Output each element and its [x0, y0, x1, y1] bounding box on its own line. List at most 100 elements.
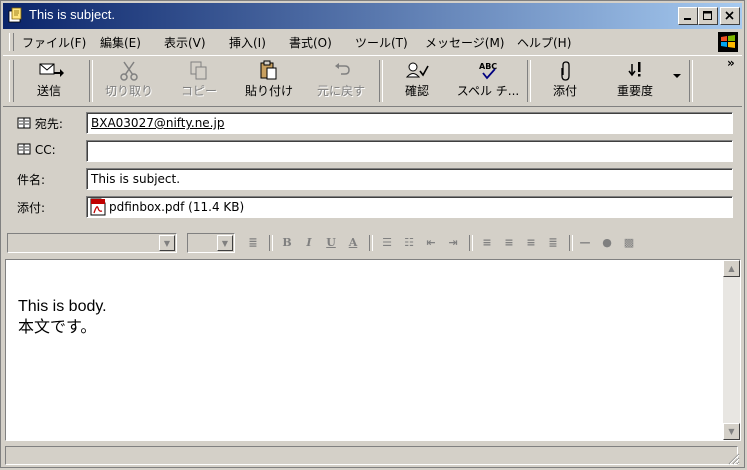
cc-label-text: CC: [34, 143, 56, 157]
message-body[interactable]: This is body. 本文です。 ▲ ▼ [5, 259, 741, 441]
undo-icon [335, 63, 350, 75]
send-label: 送信 [36, 84, 61, 98]
body-line: 本文です。 [18, 319, 97, 336]
pdf-file-icon[interactable] [89, 198, 107, 216]
menu-format[interactable]: 書式(O) [289, 34, 332, 51]
paragraph-style-icon[interactable]: ≣ [245, 235, 261, 251]
scroll-up-button[interactable]: ▲ [723, 260, 740, 277]
hyperlink-icon[interactable]: ● [599, 235, 615, 251]
scroll-down-button[interactable]: ▼ [723, 423, 740, 440]
scissors-icon [120, 61, 138, 81]
menu-help[interactable]: ヘルプ(H) [517, 34, 571, 51]
font-size-select[interactable]: ▼ [187, 233, 235, 253]
subject-label: 件名: [17, 173, 46, 187]
menu-insert[interactable]: 挿入(I) [229, 34, 266, 51]
dropdown-arrow-icon: ▼ [159, 235, 175, 251]
address-book-icon [17, 143, 31, 155]
align-right-icon[interactable]: ≡ [523, 235, 539, 251]
send-button[interactable]: 送信 [21, 58, 77, 102]
justify-icon[interactable]: ≣ [545, 235, 561, 251]
attachment-field[interactable]: pdfinbox.pdf (11.4 KB) [86, 196, 733, 218]
dropdown-arrow-icon [673, 74, 681, 78]
menu-tools[interactable]: ツール(T) [355, 34, 408, 51]
numbered-list-icon[interactable]: ☰ [379, 235, 395, 251]
menu-view[interactable]: 表示(V) [164, 34, 206, 51]
menu-message[interactable]: メッセージ(M) [425, 34, 504, 51]
priority-dropdown[interactable] [671, 70, 683, 82]
cc-label[interactable]: CC: [17, 143, 56, 157]
copy-icon [190, 61, 207, 80]
font-name-select[interactable]: ▼ [7, 233, 177, 253]
spelling-button[interactable]: ABC スペル チ... [451, 58, 525, 102]
attach-button[interactable]: 添付 [535, 58, 595, 102]
compose-window: This is subject. ファイル(F) 編集(E) 表示(V) 挿入(… [0, 0, 745, 468]
check-names-icon [405, 62, 429, 78]
font-color-icon[interactable]: A [345, 235, 361, 251]
align-left-icon[interactable]: ≡ [479, 235, 495, 251]
menu-grip[interactable] [9, 33, 14, 51]
increase-indent-icon[interactable]: ⇥ [445, 235, 461, 251]
bold-icon[interactable]: B [279, 235, 295, 251]
undo-label: 元に戻す [316, 84, 365, 98]
address-book-icon [17, 117, 31, 129]
toolbar-separator [689, 60, 693, 102]
undo-button[interactable]: 元に戻す [309, 58, 373, 102]
menu-bar: ファイル(F) 編集(E) 表示(V) 挿入(I) 書式(O) ツール(T) メ… [3, 31, 742, 53]
subject-field[interactable]: This is subject. [86, 168, 733, 190]
minimize-button[interactable] [678, 7, 698, 25]
decrease-indent-icon[interactable]: ⇤ [423, 235, 439, 251]
format-separator [269, 235, 273, 251]
maximize-icon [703, 11, 712, 20]
subject-row: 件名: This is subject. [3, 167, 742, 191]
to-recipient[interactable]: BXA03027@nifty.ne.jp [91, 116, 224, 130]
align-center-icon[interactable]: ≡ [501, 235, 517, 251]
cut-button[interactable]: 切り取り [97, 58, 161, 102]
toolbar: 送信 切り取り コピー 貼り付け 元に戻す 確認 ABC スペル チ... 添付… [3, 55, 742, 107]
check-names-button[interactable]: 確認 [387, 58, 447, 102]
vertical-scrollbar[interactable]: ▲ ▼ [723, 260, 740, 440]
dropdown-arrow-icon: ▼ [217, 235, 233, 251]
cc-field[interactable] [86, 140, 733, 162]
toolbar-separator [527, 60, 531, 102]
mail-compose-icon [8, 7, 22, 23]
spelling-check-icon: ABC [479, 62, 497, 80]
window-title: This is subject. [29, 7, 115, 22]
priority-icon [628, 62, 641, 77]
body-text[interactable]: This is body. 本文です。 [18, 296, 107, 338]
paperclip-icon [561, 61, 570, 81]
cut-label: 切り取り [104, 84, 153, 98]
italic-icon[interactable]: I [301, 235, 317, 251]
menu-file[interactable]: ファイル(F) [22, 34, 86, 51]
underline-icon[interactable]: U [323, 235, 339, 251]
toolbar-separator [379, 60, 383, 102]
status-panel [5, 446, 738, 465]
toolbar-grip[interactable] [9, 60, 14, 102]
close-icon [725, 11, 734, 20]
copy-button[interactable]: コピー [169, 58, 229, 102]
toolbar-separator [89, 60, 93, 102]
toolbar-overflow-chevron[interactable]: » [727, 56, 735, 70]
resize-grip-icon[interactable] [728, 453, 740, 465]
format-separator [369, 235, 373, 251]
format-separator [469, 235, 473, 251]
format-separator [569, 235, 573, 251]
attach-field-label: 添付: [17, 201, 46, 215]
spelling-label: スペル チ... [456, 84, 520, 98]
paste-label: 貼り付け [244, 84, 293, 98]
formatting-toolbar: ▼ ▼ ≣ B I U A ☰ ☷ ⇤ ⇥ ≡ ≡ ≡ ≣ — ● ▩ [3, 229, 742, 255]
priority-button[interactable]: 重要度 [603, 58, 667, 102]
to-field[interactable]: BXA03027@nifty.ne.jp [86, 112, 733, 134]
cc-row: CC: [3, 139, 742, 163]
paste-icon [260, 60, 277, 80]
to-label[interactable]: 宛先: [17, 115, 63, 132]
title-bar[interactable]: This is subject. [3, 3, 742, 29]
close-button[interactable] [720, 7, 740, 25]
attach-label: 添付 [552, 84, 577, 98]
horizontal-line-icon[interactable]: — [577, 235, 593, 251]
insert-picture-icon[interactable]: ▩ [621, 235, 637, 251]
paste-button[interactable]: 貼り付け [237, 58, 301, 102]
bullet-list-icon[interactable]: ☷ [401, 235, 417, 251]
menu-edit[interactable]: 編集(E) [100, 34, 141, 51]
attachment-name[interactable]: pdfinbox.pdf (11.4 KB) [109, 200, 244, 214]
maximize-button[interactable] [698, 7, 718, 25]
